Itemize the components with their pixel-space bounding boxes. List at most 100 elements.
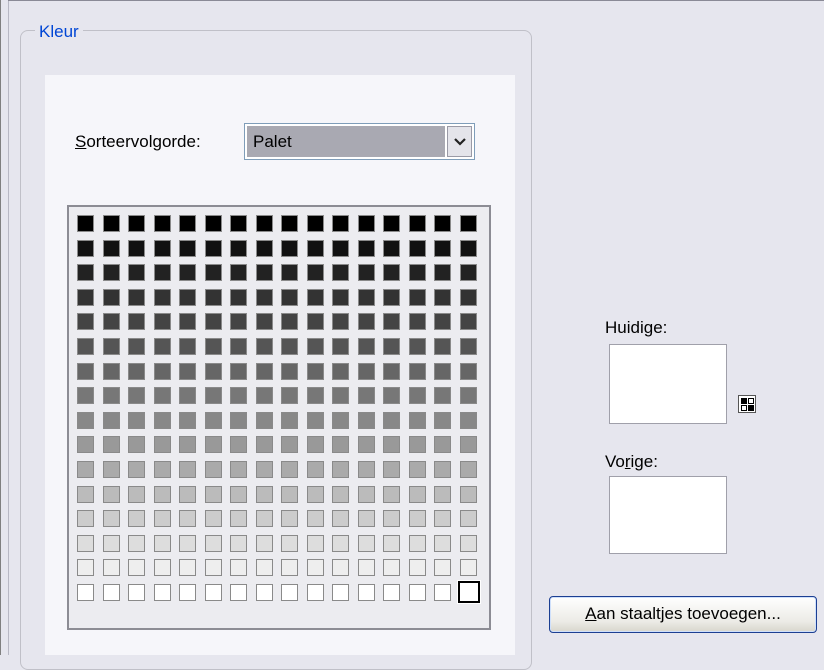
- color-swatch[interactable]: [459, 264, 477, 282]
- color-swatch[interactable]: [357, 534, 375, 552]
- color-swatch[interactable]: [332, 387, 349, 405]
- color-swatch[interactable]: [408, 215, 426, 232]
- color-swatch[interactable]: [332, 288, 349, 306]
- color-swatch[interactable]: [128, 239, 145, 257]
- color-swatch[interactable]: [230, 288, 247, 306]
- color-swatch[interactable]: [408, 387, 426, 405]
- color-swatch[interactable]: [281, 362, 298, 380]
- color-swatch[interactable]: [77, 584, 94, 601]
- color-swatch[interactable]: [77, 485, 94, 503]
- color-swatch[interactable]: [204, 288, 222, 306]
- color-swatch[interactable]: [128, 485, 145, 503]
- color-swatch[interactable]: [459, 288, 477, 306]
- color-swatch[interactable]: [179, 559, 196, 577]
- color-swatch[interactable]: [408, 584, 426, 601]
- color-swatch[interactable]: [434, 534, 451, 552]
- color-swatch[interactable]: [230, 559, 247, 577]
- color-swatch[interactable]: [306, 239, 324, 257]
- color-swatch[interactable]: [179, 313, 196, 331]
- color-swatch[interactable]: [128, 584, 145, 601]
- color-swatch[interactable]: [255, 534, 273, 552]
- color-swatch[interactable]: [281, 264, 298, 282]
- color-swatch[interactable]: [459, 239, 477, 257]
- color-swatch[interactable]: [306, 264, 324, 282]
- color-swatch[interactable]: [77, 313, 94, 331]
- color-swatch[interactable]: [434, 313, 451, 331]
- color-swatch[interactable]: [128, 461, 145, 478]
- sort-order-select[interactable]: Palet: [244, 123, 475, 160]
- color-swatch[interactable]: [383, 362, 400, 380]
- color-swatch[interactable]: [434, 436, 451, 454]
- color-swatch[interactable]: [153, 436, 171, 454]
- color-swatch[interactable]: [357, 215, 375, 232]
- color-swatch[interactable]: [102, 362, 120, 380]
- color-swatch[interactable]: [153, 264, 171, 282]
- color-swatch[interactable]: [306, 288, 324, 306]
- color-swatch[interactable]: [128, 559, 145, 577]
- color-swatch[interactable]: [306, 411, 324, 429]
- color-swatch[interactable]: [408, 485, 426, 503]
- color-swatch[interactable]: [306, 510, 324, 528]
- color-swatch[interactable]: [306, 215, 324, 232]
- color-swatch[interactable]: [434, 215, 451, 232]
- color-swatch[interactable]: [459, 559, 477, 577]
- color-swatch[interactable]: [357, 510, 375, 528]
- color-swatch[interactable]: [408, 288, 426, 306]
- color-swatch[interactable]: [204, 264, 222, 282]
- color-swatch[interactable]: [153, 510, 171, 528]
- color-swatch[interactable]: [383, 436, 400, 454]
- color-swatch[interactable]: [204, 411, 222, 429]
- color-swatch[interactable]: [434, 411, 451, 429]
- color-swatch[interactable]: [204, 215, 222, 232]
- color-swatch[interactable]: [459, 485, 477, 503]
- color-swatch[interactable]: [230, 411, 247, 429]
- color-swatch[interactable]: [77, 510, 94, 528]
- color-swatch[interactable]: [204, 510, 222, 528]
- color-swatch[interactable]: [230, 338, 247, 355]
- color-swatch[interactable]: [408, 461, 426, 478]
- add-to-swatches-button[interactable]: Aan staaltjes toevoegen...: [549, 596, 817, 633]
- color-swatch[interactable]: [383, 313, 400, 331]
- color-swatch[interactable]: [383, 584, 400, 601]
- color-swatch[interactable]: [332, 362, 349, 380]
- color-swatch[interactable]: [383, 534, 400, 552]
- color-swatch[interactable]: [459, 215, 477, 232]
- color-swatch[interactable]: [153, 559, 171, 577]
- color-swatch[interactable]: [255, 510, 273, 528]
- color-swatch[interactable]: [434, 362, 451, 380]
- color-swatch[interactable]: [179, 584, 196, 601]
- color-swatch[interactable]: [128, 338, 145, 355]
- color-swatch[interactable]: [383, 461, 400, 478]
- color-swatch[interactable]: [102, 461, 120, 478]
- chevron-down-icon[interactable]: [447, 126, 472, 157]
- color-swatch[interactable]: [77, 436, 94, 454]
- color-swatch[interactable]: [128, 436, 145, 454]
- color-swatch[interactable]: [281, 313, 298, 331]
- color-swatch[interactable]: [204, 461, 222, 478]
- color-swatch[interactable]: [281, 559, 298, 577]
- color-swatch[interactable]: [281, 584, 298, 601]
- color-swatch[interactable]: [179, 362, 196, 380]
- color-swatch[interactable]: [459, 411, 477, 429]
- color-swatch[interactable]: [255, 461, 273, 478]
- color-swatch[interactable]: [332, 510, 349, 528]
- color-picker-icon[interactable]: [738, 395, 756, 413]
- color-swatch[interactable]: [434, 387, 451, 405]
- color-swatch[interactable]: [128, 387, 145, 405]
- color-swatch[interactable]: [456, 580, 481, 604]
- color-swatch[interactable]: [153, 313, 171, 331]
- color-swatch[interactable]: [332, 338, 349, 355]
- color-swatch[interactable]: [357, 559, 375, 577]
- color-swatch[interactable]: [434, 510, 451, 528]
- color-swatch[interactable]: [128, 510, 145, 528]
- color-swatch[interactable]: [204, 338, 222, 355]
- color-swatch[interactable]: [408, 338, 426, 355]
- color-swatch[interactable]: [204, 387, 222, 405]
- color-swatch[interactable]: [179, 338, 196, 355]
- color-swatch[interactable]: [306, 338, 324, 355]
- color-swatch[interactable]: [204, 362, 222, 380]
- color-swatch[interactable]: [77, 534, 94, 552]
- color-swatch[interactable]: [383, 510, 400, 528]
- color-swatch[interactable]: [383, 387, 400, 405]
- color-swatch[interactable]: [332, 534, 349, 552]
